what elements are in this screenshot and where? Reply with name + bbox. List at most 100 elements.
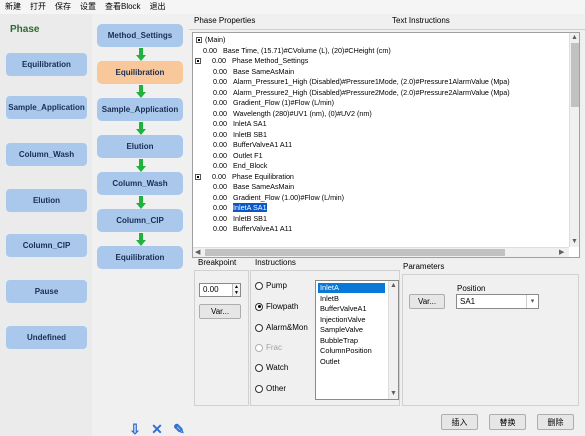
replace-button[interactable]: 替换 bbox=[489, 414, 526, 430]
delete-button[interactable]: 删除 bbox=[537, 414, 574, 430]
menu-save[interactable]: 保存 bbox=[55, 0, 71, 14]
menu-settings[interactable]: 设置 bbox=[80, 0, 96, 14]
tree-line-time: 0.00 bbox=[212, 171, 226, 181]
instruction-list-item[interactable]: BufferValveA1 bbox=[318, 304, 367, 314]
tree-line-time: 0.00 bbox=[213, 129, 227, 139]
tree-line-text: Wavelength (280)#UV1 (nm), (0)#UV2 (nm) bbox=[233, 108, 372, 118]
instruction-list-item[interactable]: InletA bbox=[318, 283, 385, 293]
chevron-down-icon[interactable]: ▾ bbox=[526, 295, 538, 308]
tree-line[interactable]: 0.00 BufferValveA1 A11 bbox=[205, 140, 292, 150]
menu-open[interactable]: 打开 bbox=[30, 0, 46, 14]
tree-line[interactable]: 0.00 Wavelength (280)#UV1 (nm), (0)#UV2 (… bbox=[205, 109, 372, 119]
delete-step-icon[interactable]: ✕ bbox=[150, 422, 164, 436]
parameter-var-button[interactable]: Var... bbox=[409, 294, 445, 309]
flow-arrow-icon bbox=[136, 196, 146, 210]
tree-line[interactable]: 0.00 Alarm_Pressure2_High (Disabled)#Pres… bbox=[205, 88, 510, 98]
scroll-thumb[interactable] bbox=[571, 43, 579, 107]
phase-item-sample-application[interactable]: Sample_Application bbox=[6, 96, 87, 119]
instruction-type-radio-pump[interactable]: Pump bbox=[255, 281, 287, 290]
phase-item-equilibration[interactable]: Equilibration bbox=[6, 53, 87, 76]
instruction-type-radio-watch[interactable]: Watch bbox=[255, 363, 288, 372]
tree-line[interactable]: 0.00 Phase Method_Settings bbox=[195, 56, 308, 66]
position-select[interactable]: SA1 ▾ bbox=[456, 294, 539, 309]
flow-step-equilibration[interactable]: Equilibration bbox=[97, 61, 183, 84]
tree-line[interactable]: 0.00 Outlet F1 bbox=[205, 151, 263, 161]
scroll-right-icon[interactable]: ▶ bbox=[559, 248, 564, 257]
tree-line[interactable]: 0.00 Alarm_Pressure1_High (Disabled)#Pres… bbox=[205, 77, 510, 87]
menu-new[interactable]: 新建 bbox=[5, 0, 21, 14]
scroll-down-icon[interactable]: ▼ bbox=[390, 389, 397, 399]
tree-line[interactable]: 0.00 Gradient_Flow (1.00)#Flow (L/min) bbox=[205, 193, 344, 203]
flow-arrow-icon bbox=[136, 122, 146, 136]
instruction-list-item[interactable]: InletB bbox=[318, 294, 339, 304]
phase-library-panel: Phase Equilibration Sample_Application C… bbox=[0, 14, 92, 436]
tree-line[interactable]: 0.00 Gradient_Flow (1)#Flow (L/min) bbox=[205, 98, 334, 108]
menu-view-block[interactable]: 查看Block bbox=[105, 0, 141, 14]
tree-line[interactable]: 0.00 Base Time, (15.71)#CVolume (L), (20)… bbox=[195, 46, 391, 56]
instruction-list-item[interactable]: ColumnPosition bbox=[318, 346, 372, 356]
phase-item-pause[interactable]: Pause bbox=[6, 280, 87, 303]
flow-step-method-settings[interactable]: Method_Settings bbox=[97, 24, 183, 47]
instruction-type-radio-other[interactable]: Other bbox=[255, 384, 286, 393]
tree-line-text: Phase Equilibration bbox=[232, 171, 294, 181]
instruction-type-radio-flowpath[interactable]: Flowpath bbox=[255, 302, 298, 311]
tree-line[interactable]: 0.00 BufferValveA1 A11 bbox=[205, 224, 292, 234]
instruction-list-item[interactable]: Outlet bbox=[318, 357, 340, 367]
scroll-left-icon[interactable]: ◀ bbox=[195, 248, 200, 257]
listbox-scrollbar[interactable]: ▲ ▼ bbox=[388, 281, 398, 399]
tree-line[interactable]: 0.00 InletA SA1 bbox=[205, 203, 267, 213]
instruction-listbox[interactable]: InletA InletB BufferValveA1 InjectionValve S… bbox=[315, 280, 399, 400]
radio-indicator bbox=[255, 323, 263, 332]
spin-arrows-icon[interactable]: ▲ ▼ bbox=[232, 284, 240, 296]
tree-horizontal-scrollbar[interactable]: ◀ ▶ bbox=[193, 247, 569, 257]
tree-line[interactable]: 0.00 End_Block bbox=[205, 161, 267, 171]
tree-line-time: 0.00 bbox=[213, 224, 227, 233]
phase-panel-title: Phase bbox=[10, 24, 40, 35]
instruction-list-item[interactable]: SampleValve bbox=[318, 325, 363, 335]
tree-vertical-scrollbar[interactable]: ▲ ▼ bbox=[569, 33, 579, 247]
tree-line-text: InletA SA1 bbox=[233, 203, 267, 212]
tree-line[interactable]: 0.00 Base SameAsMain bbox=[205, 182, 294, 192]
menu-exit[interactable]: 退出 bbox=[150, 0, 166, 14]
instruction-list-item[interactable]: InjectionValve bbox=[318, 315, 365, 325]
tab-phase-properties[interactable]: Phase Properties bbox=[194, 16, 255, 25]
flow-step-column-cip[interactable]: Column_CIP bbox=[97, 209, 183, 232]
instruction-list-item[interactable]: BubbleTrap bbox=[318, 336, 358, 346]
radio-indicator bbox=[255, 384, 263, 393]
tree-line[interactable]: 0.00 InletA SA1 bbox=[205, 119, 267, 129]
breakpoint-var-button[interactable]: Var... bbox=[199, 304, 241, 319]
phase-item-elution[interactable]: Elution bbox=[6, 189, 87, 212]
scroll-thumb[interactable] bbox=[205, 249, 505, 256]
scroll-up-icon[interactable]: ▲ bbox=[390, 281, 397, 291]
tree-line[interactable]: 0.00 Base SameAsMain bbox=[205, 67, 294, 77]
flow-step-equilibration-2[interactable]: Equilibration bbox=[97, 246, 183, 269]
flow-step-elution[interactable]: Elution bbox=[97, 135, 183, 158]
tree-line[interactable]: 0.00 InletB SB1 bbox=[205, 214, 267, 224]
parameters-label: Parameters bbox=[403, 262, 445, 271]
tree-expander-icon[interactable] bbox=[196, 37, 202, 43]
flow-step-sample-application[interactable]: Sample_Application bbox=[97, 98, 183, 121]
tree-line-time: 0.00 bbox=[213, 108, 227, 118]
edit-step-icon[interactable]: ✎ bbox=[172, 422, 186, 436]
scroll-down-icon[interactable]: ▼ bbox=[571, 237, 578, 247]
move-down-icon[interactable]: ⇩ bbox=[128, 422, 142, 436]
method-tree-view[interactable]: (Main) 0.00 Base Time, (15.71)#CVolume (L)… bbox=[192, 32, 580, 258]
tree-line[interactable]: 0.00 InletB SB1 bbox=[205, 130, 267, 140]
tree-expander-icon[interactable] bbox=[195, 173, 201, 180]
tree-expander-icon[interactable] bbox=[195, 58, 201, 64]
tree-line-time: 0.00 bbox=[213, 66, 227, 76]
instructions-label: Instructions bbox=[255, 258, 296, 267]
insert-button[interactable]: 插入 bbox=[441, 414, 478, 430]
tab-text-instructions[interactable]: Text Instructions bbox=[392, 16, 450, 25]
tree-line[interactable]: 0.00 Phase Equilibration bbox=[195, 172, 294, 182]
phase-item-undefined[interactable]: Undefined bbox=[6, 326, 87, 349]
phase-item-column-wash[interactable]: Column_Wash bbox=[6, 143, 87, 166]
breakpoint-input[interactable]: 0.00 ▲ ▼ bbox=[199, 283, 241, 297]
instruction-type-radio-alarm-mon[interactable]: Alarm&Mon bbox=[255, 323, 308, 332]
tree-line[interactable]: (Main) bbox=[196, 35, 225, 45]
tree-line-time: 0.00 bbox=[213, 182, 227, 191]
flow-step-column-wash[interactable]: Column_Wash bbox=[97, 172, 183, 195]
scroll-up-icon[interactable]: ▲ bbox=[571, 33, 578, 43]
phase-item-column-cip[interactable]: Column_CIP bbox=[6, 234, 87, 257]
radio-label: Other bbox=[266, 384, 287, 393]
